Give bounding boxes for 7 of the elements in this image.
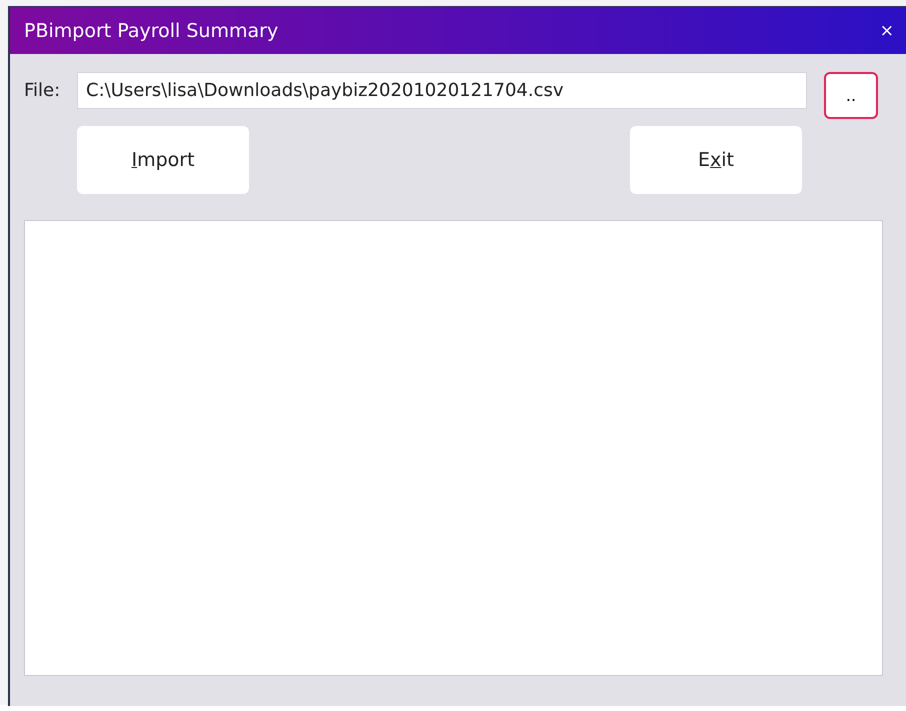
file-label: File: <box>24 80 62 101</box>
close-button[interactable]: × <box>868 20 906 40</box>
window-title: PBimport Payroll Summary <box>24 20 278 42</box>
command-button[interactable]: Exit <box>630 126 802 194</box>
file-path-field[interactable]: C:\Users\lisa\Downloads\paybiz20201020121704.csv <box>77 72 807 109</box>
browse-button[interactable]: .. <box>824 72 878 119</box>
command-button[interactable]: Import <box>77 126 249 194</box>
